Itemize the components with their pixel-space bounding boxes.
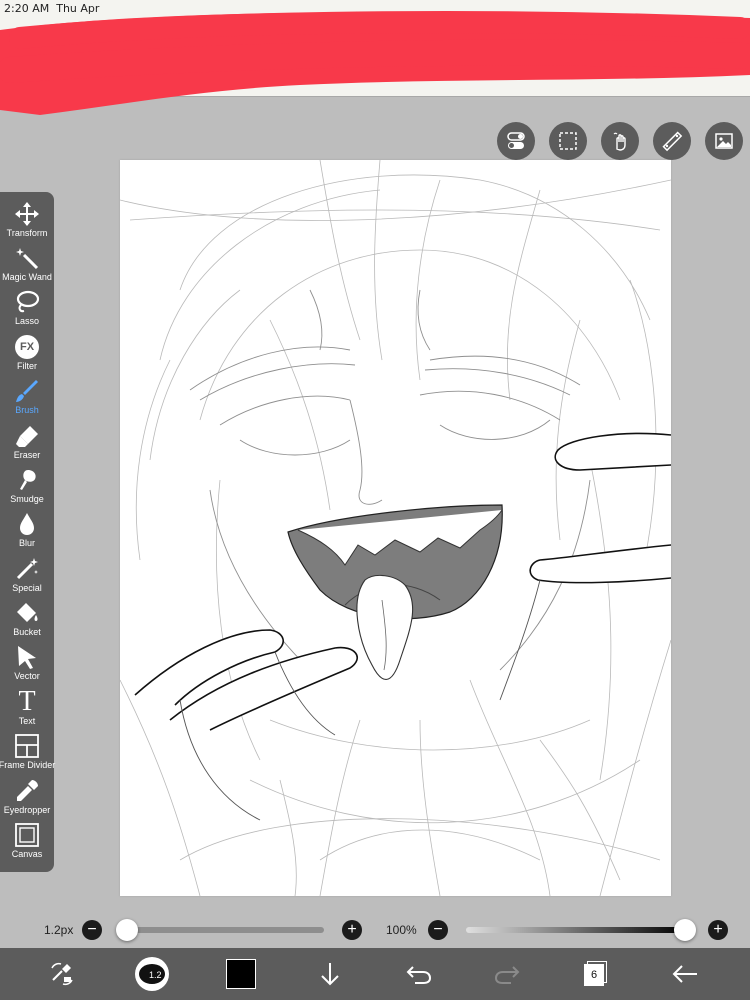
status-bar: 2:20 AM Thu Apr bbox=[0, 0, 750, 115]
color-swatch-button[interactable] bbox=[226, 948, 256, 1000]
left-arrow-icon bbox=[672, 965, 697, 983]
brush-preview: 1.2 bbox=[135, 957, 169, 991]
droplet-icon bbox=[20, 513, 34, 535]
down-arrow-icon bbox=[321, 963, 339, 986]
tool-magic-wand[interactable]: Magic Wand bbox=[0, 244, 54, 288]
selection-icon bbox=[559, 132, 577, 150]
frame-divider-icon bbox=[15, 734, 39, 758]
tool-eraser[interactable]: Eraser bbox=[0, 422, 54, 466]
layer-count: 6 bbox=[584, 964, 604, 986]
hand-button[interactable] bbox=[601, 122, 639, 160]
tool-eyedropper[interactable]: Eyedropper bbox=[0, 777, 54, 821]
layers-button[interactable]: 6 bbox=[580, 948, 610, 1000]
brush-size-plus-button[interactable]: + bbox=[342, 920, 362, 940]
opacity-label: 100% bbox=[386, 923, 417, 937]
redo-button[interactable] bbox=[492, 948, 522, 1000]
tool-special[interactable]: Special bbox=[0, 555, 54, 599]
tool-transform[interactable]: Transform bbox=[0, 200, 54, 244]
tool-brush[interactable]: Brush bbox=[0, 377, 54, 421]
back-button[interactable] bbox=[668, 948, 702, 1000]
image-icon bbox=[715, 133, 733, 149]
toggle-icon bbox=[507, 132, 525, 149]
text-t-icon: T bbox=[18, 686, 36, 717]
bottom-toolbar: 1.2 6 bbox=[0, 948, 750, 1000]
opacity-plus-button[interactable]: + bbox=[708, 920, 728, 940]
quick-tools-button[interactable] bbox=[46, 948, 78, 1000]
fx-icon: FX bbox=[15, 335, 39, 359]
toggle-button[interactable] bbox=[497, 122, 535, 160]
selection-button[interactable] bbox=[549, 122, 587, 160]
cursor-arrow-icon bbox=[18, 646, 36, 669]
redo-icon bbox=[494, 966, 520, 984]
tool-palette: Transform Magic Wand Lasso FX Filter Bru… bbox=[0, 192, 55, 872]
brush-size-minus-button[interactable]: − bbox=[82, 920, 102, 940]
undo-button[interactable] bbox=[404, 948, 434, 1000]
opacity-slider[interactable] bbox=[466, 927, 686, 933]
opacity-thumb[interactable] bbox=[674, 919, 696, 941]
tool-vector[interactable]: Vector bbox=[0, 643, 54, 687]
import-button[interactable] bbox=[316, 948, 344, 1000]
sketch-artwork bbox=[120, 160, 671, 896]
redaction-scribble bbox=[0, 11, 750, 115]
slider-row: 1.2px − + 100% − + bbox=[0, 912, 750, 946]
magic-wand-icon bbox=[16, 248, 39, 270]
brush-icon bbox=[16, 380, 38, 402]
ruler-button[interactable] bbox=[653, 122, 691, 160]
opacity-minus-button[interactable]: − bbox=[428, 920, 448, 940]
tool-blur[interactable]: Blur bbox=[0, 510, 54, 554]
undo-icon bbox=[406, 966, 432, 984]
eyedropper-icon bbox=[17, 780, 38, 801]
tool-canvas[interactable]: Canvas bbox=[0, 821, 54, 865]
current-color-swatch bbox=[226, 959, 256, 989]
smudge-icon bbox=[20, 470, 36, 490]
brush-size-label: 1.2px bbox=[44, 923, 74, 937]
tool-lasso[interactable]: Lasso bbox=[0, 288, 54, 332]
tool-frame-divider[interactable]: Frame Divider bbox=[0, 732, 55, 776]
brush-size-slider[interactable] bbox=[118, 927, 324, 933]
swap-brush-eraser-icon bbox=[51, 962, 73, 986]
layers-icon: 6 bbox=[582, 961, 608, 987]
tool-bucket[interactable]: Bucket bbox=[0, 599, 54, 643]
tool-filter[interactable]: FX Filter bbox=[0, 333, 54, 377]
special-pen-icon bbox=[16, 558, 38, 580]
canvas-frame-icon bbox=[15, 823, 39, 847]
tool-smudge[interactable]: Smudge bbox=[0, 466, 54, 510]
bucket-icon bbox=[17, 603, 38, 622]
lasso-icon bbox=[16, 290, 40, 313]
brush-preview-button[interactable]: 1.2 bbox=[134, 948, 170, 1000]
drawing-canvas[interactable] bbox=[120, 160, 671, 896]
hand-icon bbox=[613, 132, 626, 151]
move-arrows-icon bbox=[15, 202, 39, 226]
eraser-icon bbox=[16, 426, 38, 447]
ruler-icon bbox=[662, 131, 683, 152]
brush-size-thumb[interactable] bbox=[116, 919, 138, 941]
tool-text[interactable]: T Text bbox=[0, 688, 54, 732]
image-button[interactable] bbox=[705, 122, 743, 160]
